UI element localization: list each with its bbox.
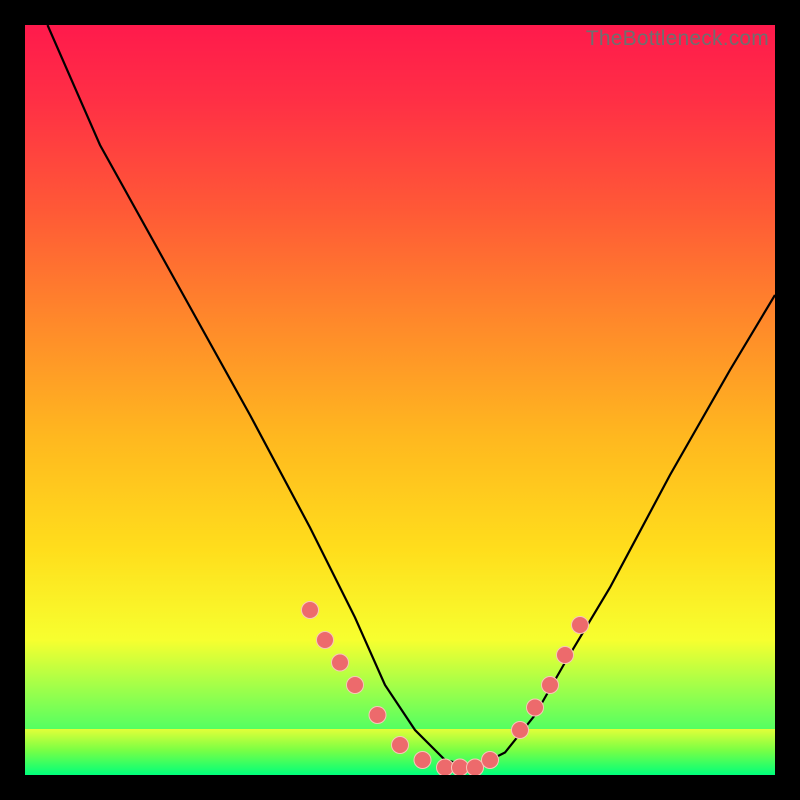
marker-dot xyxy=(347,677,364,694)
highlight-dots xyxy=(302,602,589,776)
chart-frame: TheBottleneck.com xyxy=(25,25,775,775)
marker-dot xyxy=(572,617,589,634)
watermark-text: TheBottleneck.com xyxy=(586,27,769,51)
marker-dot xyxy=(512,722,529,739)
marker-dot xyxy=(452,759,469,775)
marker-dot xyxy=(482,752,499,769)
chart-svg xyxy=(25,25,775,775)
marker-dot xyxy=(392,737,409,754)
marker-dot xyxy=(557,647,574,664)
marker-dot xyxy=(542,677,559,694)
marker-dot xyxy=(527,699,544,716)
marker-dot xyxy=(302,602,319,619)
bottleneck-curve xyxy=(48,25,776,768)
marker-dot xyxy=(332,654,349,671)
marker-dot xyxy=(369,707,386,724)
marker-dot xyxy=(437,759,454,775)
marker-dot xyxy=(317,632,334,649)
marker-dot xyxy=(414,752,431,769)
marker-dot xyxy=(467,759,484,775)
